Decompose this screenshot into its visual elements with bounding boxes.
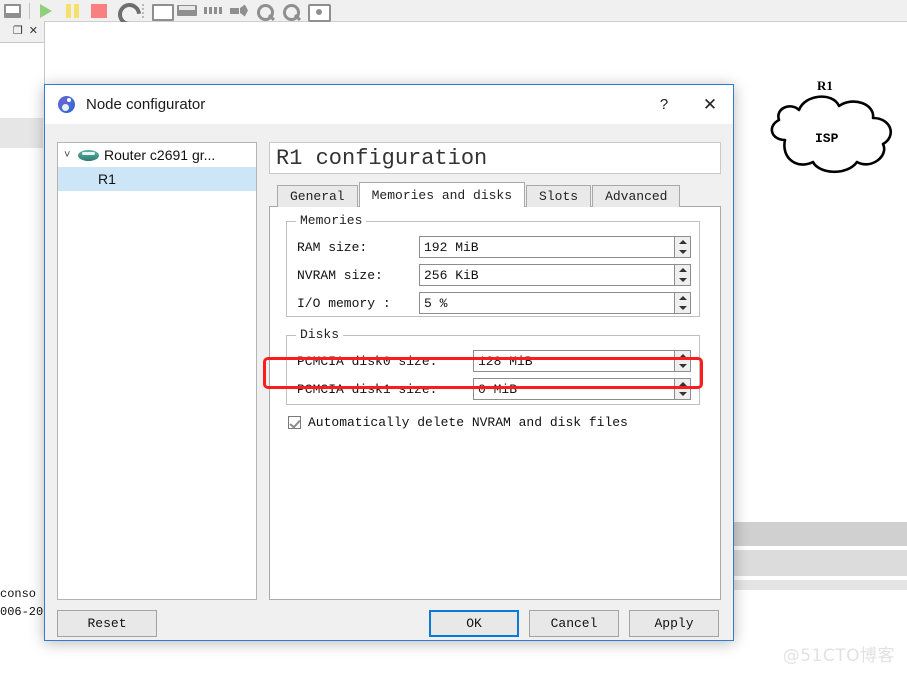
io-memory-value[interactable]: 5 % — [419, 292, 674, 314]
screenshot-icon[interactable] — [148, 1, 174, 21]
zoom-out-icon[interactable] — [278, 1, 304, 21]
pcmcia-disk1-label: PCMCIA disk1 size: — [297, 381, 438, 397]
spin-up-icon[interactable] — [675, 265, 690, 275]
nvram-size-label: NVRAM size: — [297, 267, 383, 283]
pcmcia-disk1-row: PCMCIA disk1 size: 0 MiB — [297, 378, 691, 400]
node-configurator-dialog: Node configurator ? ✕ ˅ Router c2691 gr.… — [44, 84, 734, 641]
ram-size-stepper[interactable]: 192 MiB — [419, 236, 691, 258]
auto-delete-label: Automatically delete NVRAM and disk file… — [308, 415, 628, 430]
restore-icon[interactable]: ❐ — [13, 26, 23, 37]
spin-down-icon[interactable] — [675, 275, 690, 285]
dialog-body: ˅ Router c2691 gr... R1 R1 configuration… — [45, 124, 733, 640]
cancel-button[interactable]: Cancel — [529, 610, 619, 637]
pcmcia-disk0-stepper[interactable]: 128 MiB — [473, 350, 691, 372]
spin-up-icon[interactable] — [675, 237, 690, 247]
io-memory-label: I/O memory : — [297, 295, 391, 311]
io-memory-spin-buttons[interactable] — [674, 292, 691, 314]
memories-group: Memories RAM size: 192 MiB NVRAM size: 2… — [286, 213, 700, 317]
ram-size-row: RAM size: 192 MiB — [297, 236, 691, 258]
topology-node-cloud[interactable]: R1 ISP — [757, 78, 907, 188]
spin-down-icon[interactable] — [675, 389, 690, 399]
document-icon[interactable] — [0, 1, 26, 21]
stop-icon[interactable] — [86, 1, 112, 21]
tree-group-router[interactable]: ˅ Router c2691 gr... — [58, 143, 256, 167]
ram-size-label: RAM size: — [297, 239, 368, 255]
spin-up-icon[interactable] — [675, 379, 690, 389]
nvram-size-value[interactable]: 256 KiB — [419, 264, 674, 286]
memories-group-title: Memories — [296, 213, 367, 228]
spin-up-icon[interactable] — [675, 293, 690, 303]
spin-down-icon[interactable] — [675, 247, 690, 257]
ram-size-value[interactable]: 192 MiB — [419, 236, 674, 258]
pause-icon[interactable] — [60, 1, 86, 21]
disks-group-title: Disks — [296, 327, 344, 342]
close-icon[interactable]: ✕ — [687, 85, 733, 124]
io-memory-stepper[interactable]: 5 % — [419, 292, 691, 314]
screen-root: ❐ ✕ conso 006-20 R1 ISP @51CTO博客 Node co… — [0, 0, 907, 680]
io-memory-row: I/O memory : 5 % — [297, 292, 691, 314]
left-dock-row — [0, 118, 43, 148]
tab-slots[interactable]: Slots — [526, 185, 592, 207]
pcmcia-disk0-value[interactable]: 128 MiB — [473, 350, 674, 372]
spin-down-icon[interactable] — [675, 303, 690, 313]
dialog-titlebar[interactable]: Node configurator ? ✕ — [45, 85, 733, 124]
pcmcia-disk1-spin-buttons[interactable] — [674, 378, 691, 400]
disks-group: Disks PCMCIA disk0 size: 128 MiB PCMCIA … — [286, 327, 700, 405]
toolbar-separator — [26, 2, 34, 20]
dialog-title: Node configurator — [86, 96, 206, 113]
pcmcia-disk0-row: PCMCIA disk0 size: 128 MiB — [297, 350, 691, 372]
app-logo-icon — [57, 95, 77, 115]
console-icon[interactable] — [174, 1, 200, 21]
nvram-size-spin-buttons[interactable] — [674, 264, 691, 286]
help-icon[interactable]: ? — [641, 85, 687, 124]
tree-item-r1[interactable]: R1 — [58, 167, 256, 191]
spin-up-icon[interactable] — [675, 351, 690, 361]
zoom-in-icon[interactable] — [252, 1, 278, 21]
app-toolbar — [0, 0, 907, 31]
ram-size-spin-buttons[interactable] — [674, 236, 691, 258]
camera-icon[interactable] — [304, 1, 331, 22]
dots-handle[interactable] — [138, 1, 148, 21]
nvram-size-stepper[interactable]: 256 KiB — [419, 264, 691, 286]
router-icon — [78, 149, 100, 162]
pcmcia-disk0-spin-buttons[interactable] — [674, 350, 691, 372]
tab-advanced[interactable]: Advanced — [592, 185, 681, 207]
tab-memories-and-disks[interactable]: Memories and disks — [358, 182, 526, 207]
config-pane: R1 configuration General Memories and di… — [269, 142, 721, 600]
pcmcia-disk1-value[interactable]: 0 MiB — [473, 378, 674, 400]
dialog-window-controls: ? ✕ — [641, 85, 733, 124]
ok-button[interactable]: OK — [429, 610, 519, 637]
left-dock-header: ❐ ✕ — [0, 21, 44, 43]
tab-general[interactable]: General — [277, 185, 358, 207]
reload-icon[interactable] — [112, 0, 146, 31]
tree-group-label: Router c2691 gr... — [104, 147, 216, 163]
tab-panel-memories-and-disks: Memories RAM size: 192 MiB NVRAM size: 2… — [269, 206, 721, 600]
auto-delete-checkbox[interactable] — [288, 416, 301, 429]
apply-button[interactable]: Apply — [629, 610, 719, 637]
close-icon[interactable]: ✕ — [29, 26, 38, 37]
tab-host: General Memories and disks Slots Advance… — [269, 182, 721, 600]
pcmcia-disk1-stepper[interactable]: 0 MiB — [473, 378, 691, 400]
auto-delete-checkbox-row[interactable]: Automatically delete NVRAM and disk file… — [288, 415, 628, 430]
node-tree[interactable]: ˅ Router c2691 gr... R1 — [57, 142, 257, 600]
watermark: @51CTO博客 — [782, 646, 895, 666]
pane-title: R1 configuration — [269, 142, 721, 174]
tab-strip: General Memories and disks Slots Advance… — [269, 182, 721, 207]
chevron-down-icon[interactable]: ˅ — [64, 149, 78, 161]
link-icon[interactable] — [226, 1, 252, 21]
tree-item-label: R1 — [98, 171, 116, 187]
nvram-size-row: NVRAM size: 256 KiB — [297, 264, 691, 286]
left-dock-panel: ❐ ✕ — [0, 21, 45, 529]
cloud-label-isp: ISP — [815, 131, 839, 146]
dashes-icon[interactable] — [200, 1, 226, 21]
spin-down-icon[interactable] — [675, 361, 690, 371]
reset-button[interactable]: Reset — [57, 610, 157, 637]
pcmcia-disk0-label: PCMCIA disk0 size: — [297, 353, 438, 369]
dialog-button-row: Reset OK Cancel Apply — [45, 610, 733, 640]
play-icon[interactable] — [34, 1, 60, 21]
